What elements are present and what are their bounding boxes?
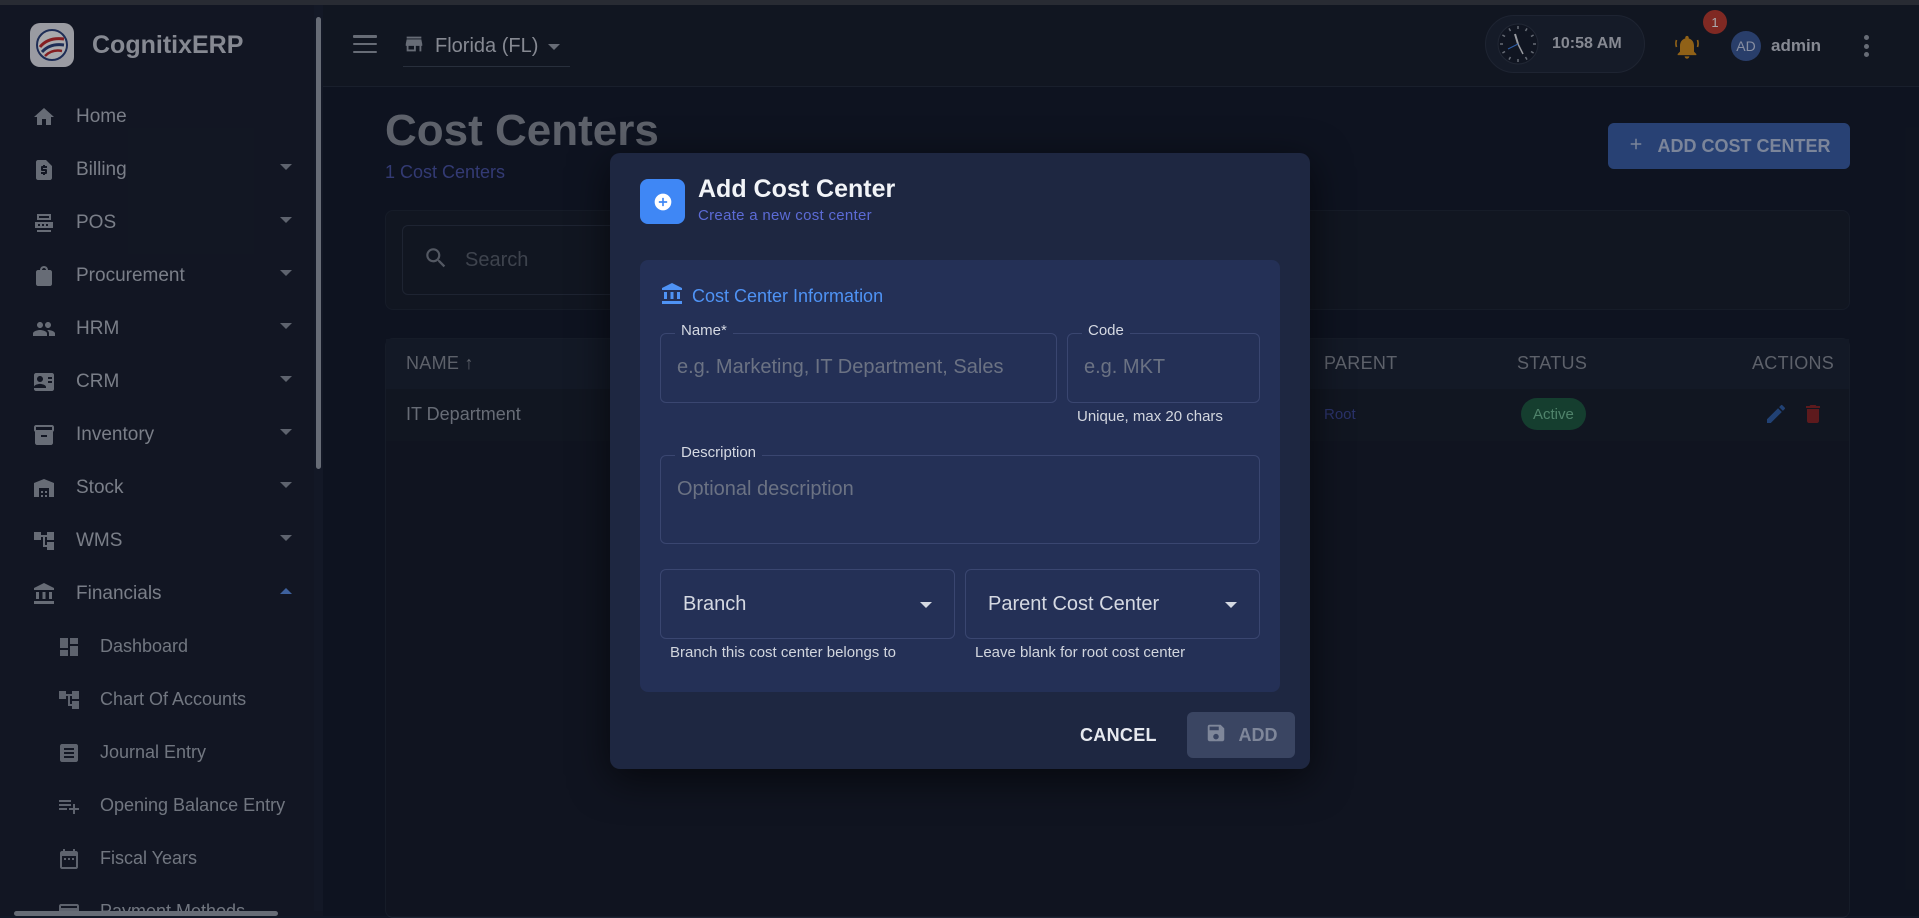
save-icon [1205, 722, 1227, 749]
dialog-title: Add Cost Center [698, 175, 896, 203]
chevron-down-icon [1225, 602, 1237, 608]
add-circle-icon [640, 179, 685, 224]
add-button[interactable]: ADD [1187, 712, 1295, 758]
dialog-subtitle: Create a new cost center [698, 207, 872, 224]
parent-select-label: Parent Cost Center [988, 593, 1160, 615]
section-title: Cost Center Information [692, 286, 884, 306]
name-field[interactable]: Name* e.g. Marketing, IT Department, Sal… [660, 322, 1057, 403]
bank-icon [660, 282, 684, 311]
parent-cost-center-select[interactable]: Parent Cost Center [965, 569, 1260, 639]
description-field[interactable]: Description Optional description [660, 444, 1260, 544]
add-button-label: ADD [1238, 724, 1278, 745]
code-placeholder: e.g. MKT [1084, 356, 1166, 378]
branch-select[interactable]: Branch [660, 569, 955, 639]
section-heading: Cost Center Information [660, 282, 883, 311]
branch-helper-text: Branch this cost center belongs to [670, 644, 896, 661]
chevron-down-icon [920, 602, 932, 608]
cost-center-information-section: Cost Center Information Name* e.g. Marke… [640, 260, 1280, 692]
cancel-button[interactable]: CANCEL [1080, 725, 1157, 746]
add-cost-center-dialog: Add Cost Center Create a new cost center… [610, 153, 1310, 769]
branch-select-label: Branch [683, 593, 747, 615]
parent-helper-text: Leave blank for root cost center [975, 644, 1186, 661]
description-placeholder: Optional description [677, 478, 854, 500]
name-placeholder: e.g. Marketing, IT Department, Sales [677, 356, 1004, 378]
code-field[interactable]: Code e.g. MKT [1067, 322, 1260, 403]
name-label: Name* [675, 322, 733, 339]
code-helper-text: Unique, max 20 chars [1077, 408, 1223, 425]
code-label: Code [1082, 322, 1130, 339]
description-label: Description [675, 444, 763, 461]
